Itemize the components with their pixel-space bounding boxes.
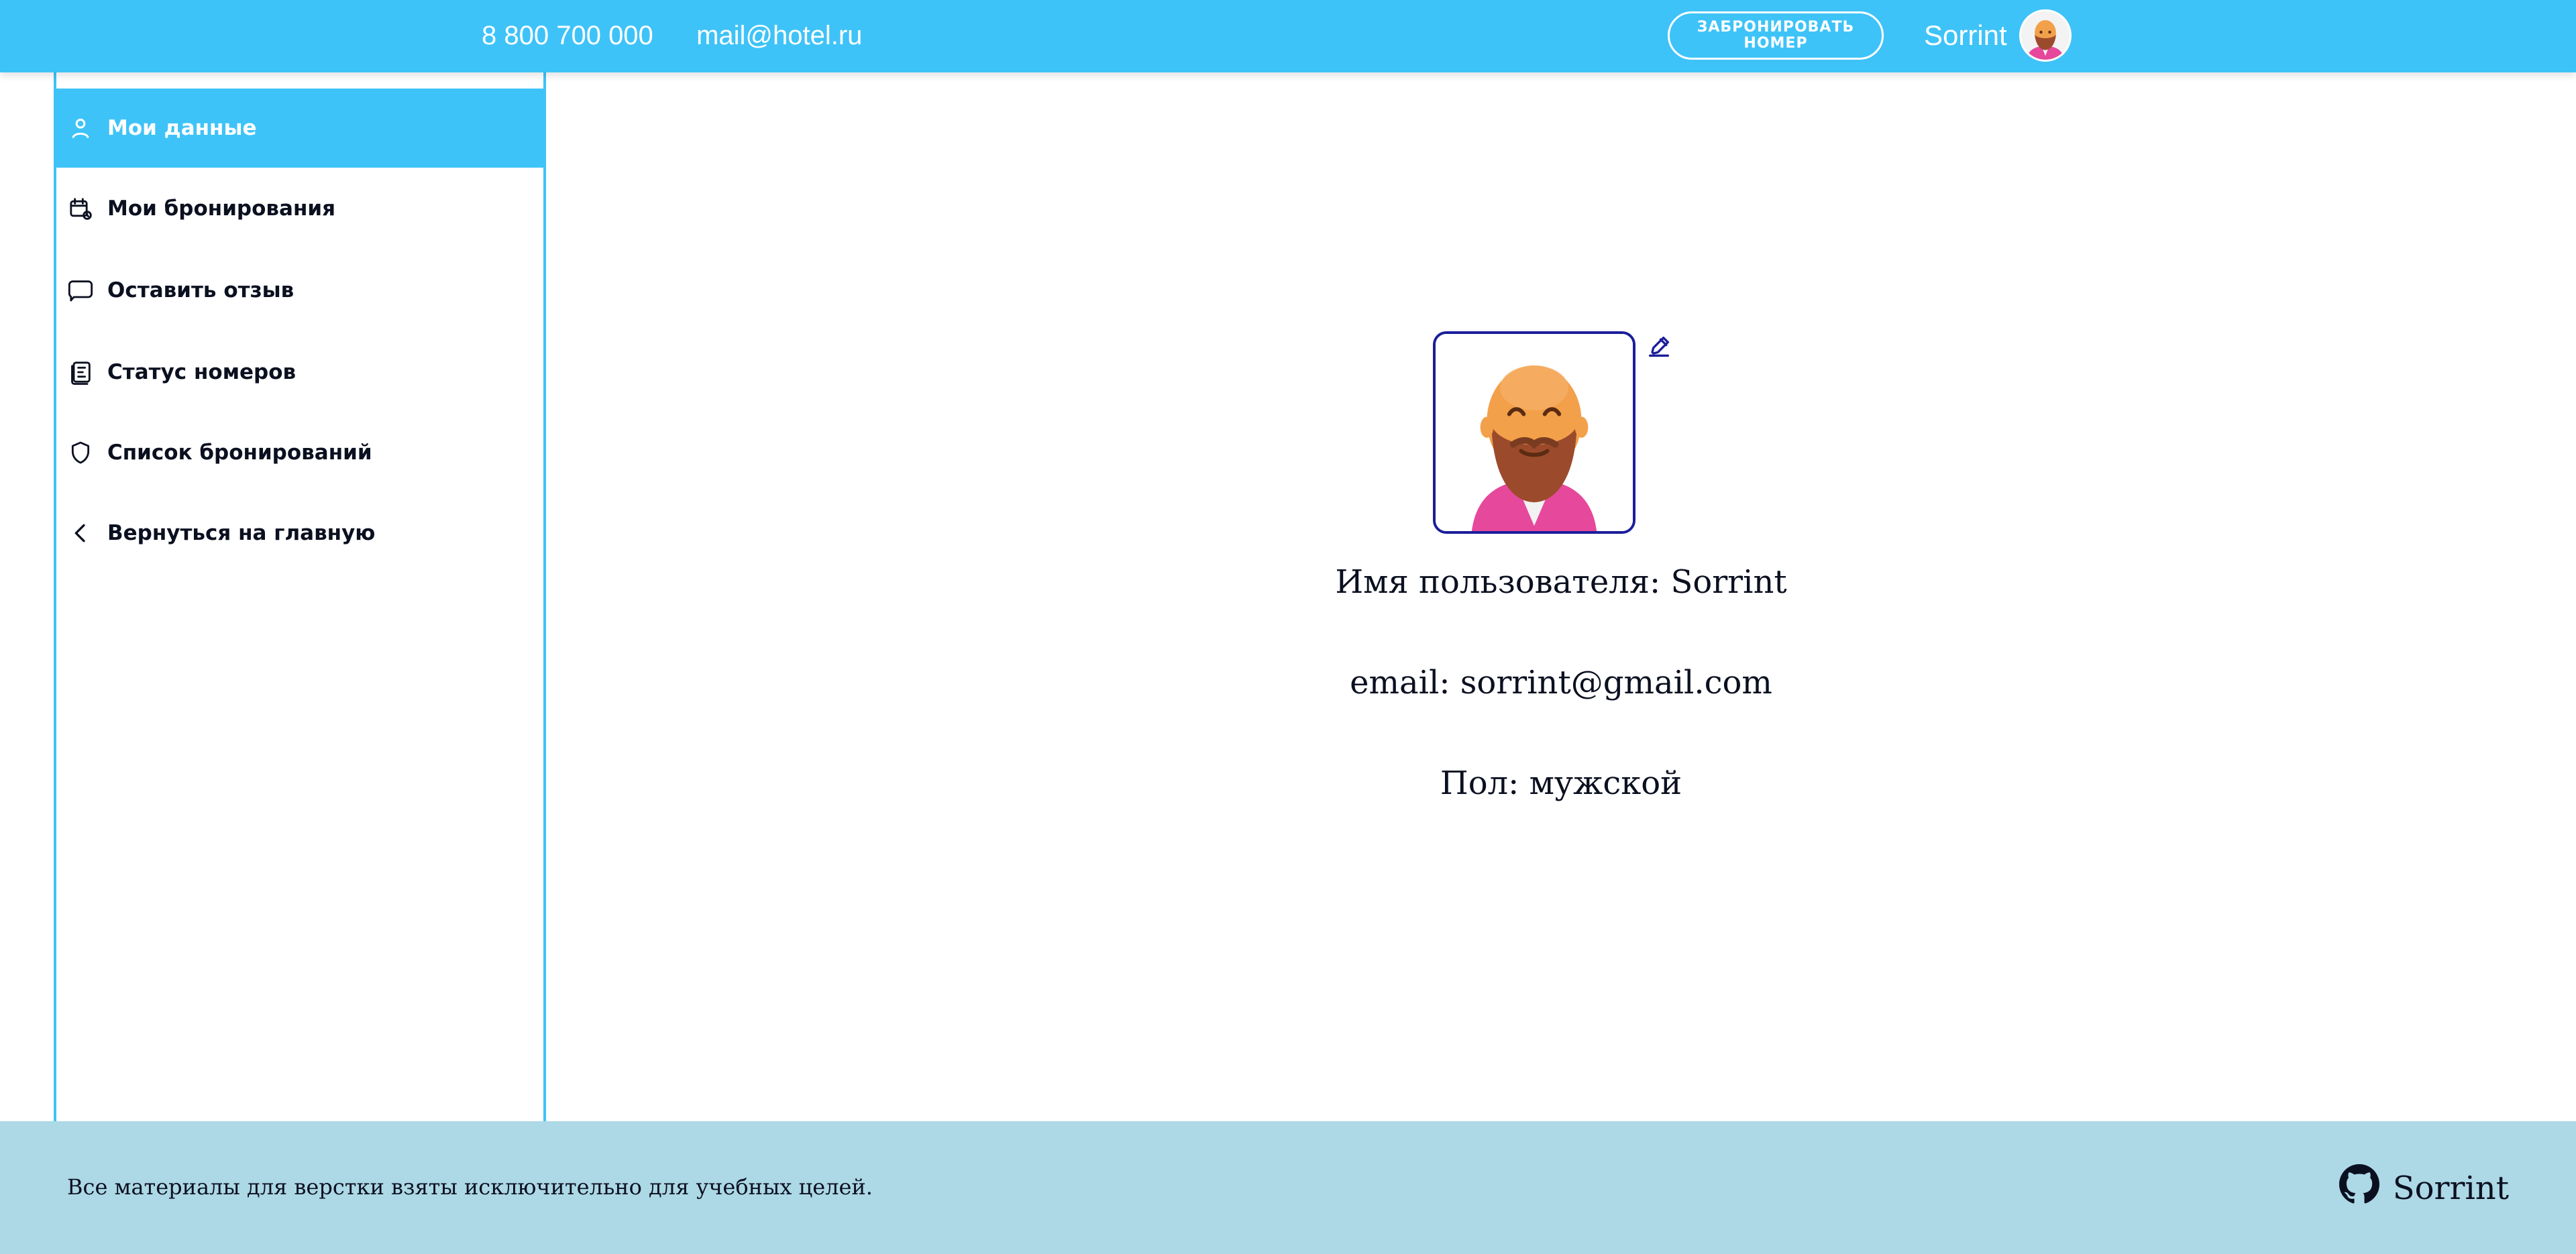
shield-icon <box>67 439 94 466</box>
bearded-man-avatar-icon <box>1436 334 1633 531</box>
github-link[interactable]: Sorrint <box>2339 1161 2509 1215</box>
header-contacts: 8 800 700 000 mail@hotel.ru <box>482 17 862 54</box>
sidebar-item-leave-review[interactable]: Оставить отзыв <box>56 251 543 330</box>
profile-gender: Пол: мужской <box>1440 764 1682 802</box>
main-content: Имя пользователя: Sorrint email: sorrint… <box>546 72 2576 1121</box>
calendar-clock-icon <box>67 195 94 222</box>
header-username: Sorrint <box>1924 19 2007 51</box>
sidebar: Мои данные Мои бронирования Оставить отз… <box>54 72 546 1121</box>
sidebar-item-label: Мои бронирования <box>107 196 336 221</box>
github-label: Sorrint <box>2392 1170 2509 1207</box>
email-link[interactable]: mail@hotel.ru <box>696 17 862 54</box>
book-room-button[interactable]: ЗАБРОНИРОВАТЬ НОМЕР <box>1668 11 1884 60</box>
chevron-left-icon <box>67 520 94 547</box>
book-room-button-label: ЗАБРОНИРОВАТЬ НОМЕР <box>1697 19 1855 52</box>
sidebar-item-my-bookings[interactable]: Мои бронирования <box>56 169 543 248</box>
profile-avatar <box>1433 331 1635 534</box>
sidebar-item-bookings-list[interactable]: Список бронирований <box>56 413 543 492</box>
chat-bubble-icon <box>67 277 94 304</box>
github-icon <box>2339 1164 2379 1212</box>
profile-username: Имя пользователя: Sorrint <box>1335 563 1787 601</box>
sidebar-item-back-home[interactable]: Вернуться на главную <box>56 494 543 573</box>
bearded-man-avatar-icon <box>2021 11 2070 60</box>
profile-email: email: sorrint@gmail.com <box>1350 664 1772 701</box>
header-avatar[interactable] <box>2019 9 2072 62</box>
sidebar-item-rooms-status[interactable]: Статус номеров <box>56 333 543 412</box>
profile-panel: Имя пользователя: Sorrint email: sorrint… <box>546 72 2576 1121</box>
rooms-status-icon <box>67 359 94 386</box>
edit-icon[interactable] <box>1644 331 1674 362</box>
header-bar: 8 800 700 000 mail@hotel.ru ЗАБРОНИРОВАТ… <box>0 0 2576 72</box>
sidebar-item-label: Вернуться на главную <box>107 521 376 545</box>
footer: Все материалы для верстки взяты исключит… <box>0 1121 2576 1254</box>
header-user[interactable]: Sorrint <box>1924 8 2072 63</box>
sidebar-item-label: Список бронирований <box>107 441 372 465</box>
user-icon <box>67 115 94 141</box>
sidebar-item-label: Мои данные <box>107 116 257 140</box>
phone-link[interactable]: 8 800 700 000 <box>482 17 653 54</box>
sidebar-item-label: Оставить отзыв <box>107 278 294 302</box>
footer-disclaimer: Все материалы для верстки взяты исключит… <box>67 1174 873 1200</box>
sidebar-item-my-data[interactable]: Мои данные <box>56 89 543 168</box>
sidebar-item-label: Статус номеров <box>107 360 297 384</box>
